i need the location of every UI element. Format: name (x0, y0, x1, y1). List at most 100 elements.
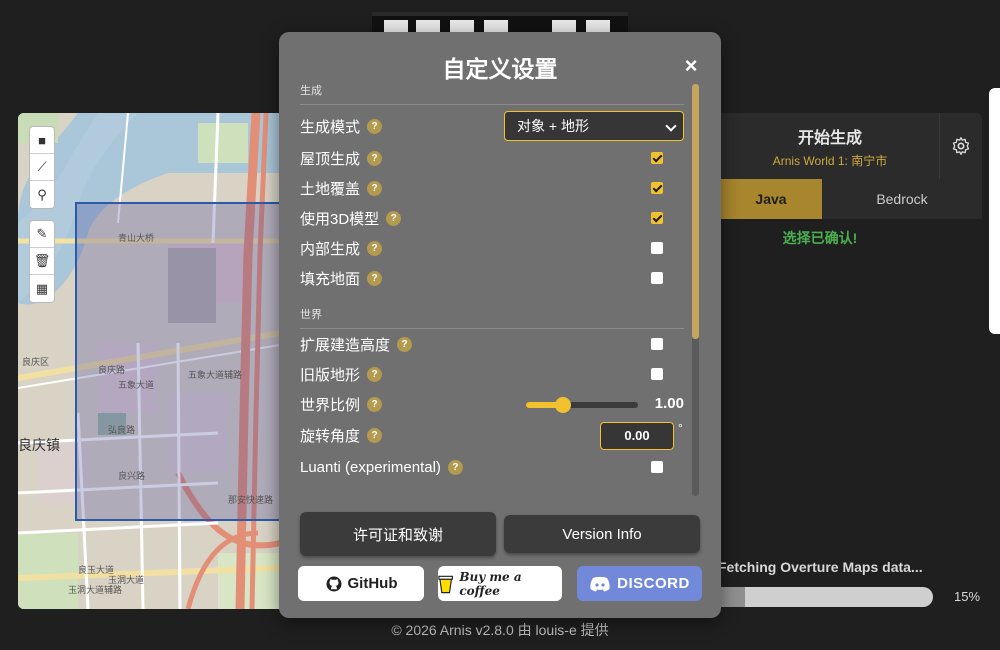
setting-row-rotation: 旋转角度 ? 0.00 ° (300, 421, 684, 450)
map-label-road: 玉洞大道辅路 (68, 585, 123, 595)
modal-title: 自定义设置 (442, 56, 558, 82)
edit-toolbar: ✎ 🗑 ▦ (29, 220, 55, 303)
setting-label: 扩展建造高度 (300, 336, 391, 354)
models3d-checkbox[interactable] (651, 212, 663, 224)
edit-layers-button[interactable]: ✎ (30, 221, 54, 248)
interior-checkbox[interactable] (651, 242, 663, 254)
section-divider (300, 104, 684, 105)
world-scale-slider[interactable] (526, 397, 638, 413)
setting-label: 内部生成 (300, 240, 361, 258)
draw-toolbar: ■ ⟋ ⚲ (29, 126, 55, 209)
world-name: Arnis World 1: 南宁市 (772, 153, 888, 168)
map-label-road: 五象大道辅路 (188, 370, 243, 380)
setting-label: 世界比例 (300, 396, 361, 414)
edition-java-button[interactable]: Java (720, 179, 822, 219)
landcover-checkbox[interactable] (651, 182, 663, 194)
gear-icon (952, 137, 970, 155)
help-icon[interactable]: ? (367, 180, 383, 196)
discord-icon (590, 576, 610, 591)
start-generation-label: 开始生成 (797, 129, 862, 147)
progress-bar (712, 587, 933, 607)
help-icon[interactable]: ? (367, 150, 383, 166)
coffee-cup-icon (438, 575, 453, 593)
delete-layers-button[interactable]: 🗑 (30, 248, 54, 275)
close-icon[interactable]: × (679, 54, 703, 78)
github-label: GitHub (347, 575, 398, 592)
footer-credits: © 2026 Arnis v2.8.0 由 louis-e 提供 (391, 622, 609, 638)
map-label-road: 青山大桥 (118, 233, 155, 243)
generation-mode-select[interactable]: 对象 + 地形 (504, 111, 684, 141)
setting-label: 填充地面 (300, 270, 361, 288)
setting-row-landcover: 土地覆盖 ? (300, 176, 684, 200)
discord-button[interactable]: DISCORD (577, 566, 702, 601)
setting-label: 生成模式 (300, 118, 361, 136)
github-icon (326, 576, 341, 591)
edition-bedrock-button[interactable]: Bedrock (822, 179, 982, 219)
rotation-input[interactable]: 0.00 (600, 422, 674, 450)
section-label-generate: 生成 (300, 85, 322, 97)
help-icon[interactable]: ? (447, 459, 463, 475)
help-icon[interactable]: ? (367, 270, 383, 286)
settings-button[interactable] (939, 113, 982, 179)
help-icon[interactable]: ? (397, 336, 413, 352)
github-button[interactable]: GitHub (298, 566, 424, 601)
setting-label: 土地覆盖 (300, 180, 361, 198)
license-credits-button[interactable]: 许可证和致谢 (300, 512, 496, 556)
layers-button[interactable]: ▦ (30, 275, 54, 302)
setting-row-3d-models: 使用3D模型 ? (300, 206, 684, 230)
modal-scrollbar-thumb[interactable] (692, 84, 699, 339)
coffee-label: Buy me a coffee (459, 569, 522, 598)
map-tiles (18, 113, 280, 609)
legacy-terrain-checkbox[interactable] (651, 368, 663, 380)
degree-unit: ° (678, 421, 683, 435)
map-label-road: 弘良路 (108, 425, 136, 435)
help-icon[interactable]: ? (367, 366, 383, 382)
roof-checkbox[interactable] (651, 152, 663, 164)
generate-panel: 开始生成 Arnis World 1: 南宁市 Java Bedrock (720, 113, 982, 219)
draw-rectangle-button[interactable]: ■ (30, 127, 54, 154)
map-label-town: 良庆镇 (18, 437, 60, 453)
setting-row-mode: 生成模式 ? 对象 + 地形 (300, 111, 684, 141)
version-info-button[interactable]: Version Info (504, 515, 700, 553)
map-view[interactable]: 青山大桥 五象大道 五象大道辅路 弘良路 良庆路 良兴路 玉洞大道 玉洞大道辅路… (18, 113, 280, 609)
help-icon[interactable]: ? (367, 240, 383, 256)
world-scale-value: 1.00 (654, 395, 684, 412)
setting-label: Luanti (experimental) (300, 458, 441, 476)
setting-label: 屋顶生成 (300, 150, 361, 168)
draw-marker-button[interactable]: ⚲ (30, 181, 54, 208)
setting-label: 使用3D模型 (300, 210, 380, 228)
setting-row-fill-ground: 填充地面 ? (300, 266, 684, 290)
help-icon[interactable]: ? (386, 210, 402, 226)
world-scale-slider-thumb[interactable] (554, 397, 571, 413)
fill-ground-checkbox[interactable] (651, 272, 663, 284)
setting-row-roof: 屋顶生成 ? (300, 146, 684, 170)
map-label-expressway: 那安快速路 (228, 495, 274, 505)
map-label-road: 良玉大道 (78, 565, 115, 575)
progress-message: Fetching Overture Maps data... (718, 559, 923, 575)
section-label-world: 世界 (300, 309, 322, 321)
draw-polyline-button[interactable]: ⟋ (30, 154, 54, 181)
help-icon[interactable]: ? (367, 427, 383, 443)
map-label-district: 良庆区 (22, 357, 50, 367)
map-label-road: 良兴路 (118, 471, 146, 481)
section-divider (300, 328, 684, 329)
map-label-road: 良庆路 (98, 365, 126, 375)
setting-row-luanti: Luanti (experimental) ? (300, 455, 684, 479)
discord-label: DISCORD (617, 575, 690, 592)
setting-row-interior: 内部生成 ? (300, 236, 684, 260)
chevron-down-icon (665, 120, 677, 132)
setting-row-world-scale: 世界比例 ? 1.00 (300, 392, 684, 416)
setting-label: 旧版地形 (300, 366, 361, 384)
extend-height-checkbox[interactable] (651, 338, 663, 350)
start-generation-button[interactable]: 开始生成 Arnis World 1: 南宁市 (720, 113, 940, 179)
side-panel-edge (989, 88, 1000, 334)
selection-confirmed-text: 选择已确认! (782, 230, 858, 246)
custom-settings-modal: 自定义设置 × 生成 生成模式 ? 对象 + 地形 屋顶生成 ? 土地覆盖 ? … (279, 32, 721, 618)
modal-scrollbar[interactable] (692, 84, 699, 496)
luanti-checkbox[interactable] (651, 461, 663, 473)
help-icon[interactable]: ? (367, 118, 383, 134)
buy-me-a-coffee-button[interactable]: Buy me a coffee (438, 566, 562, 601)
help-icon[interactable]: ? (367, 396, 383, 412)
edition-toggle: Java Bedrock (720, 179, 982, 219)
generation-mode-value: 对象 + 地形 (517, 118, 589, 134)
